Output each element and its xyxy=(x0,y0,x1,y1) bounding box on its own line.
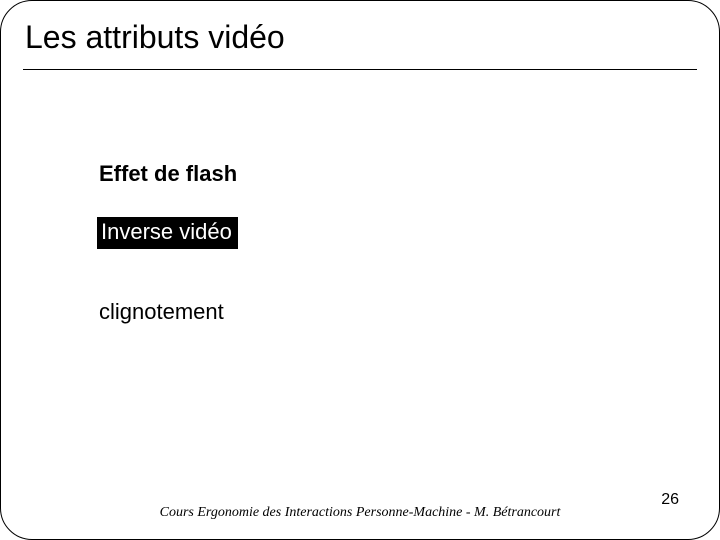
item-inverse-video: Inverse vidéo xyxy=(97,217,238,249)
title-underline xyxy=(23,69,697,70)
item-flash: Effet de flash xyxy=(99,161,237,187)
slide-title: Les attributs vidéo xyxy=(25,19,695,66)
slide-frame: Les attributs vidéo Effet de flash Inver… xyxy=(0,0,720,540)
footer-text: Cours Ergonomie des Interactions Personn… xyxy=(1,505,719,521)
page-number: 26 xyxy=(661,491,679,509)
item-blink: clignotement xyxy=(99,299,224,325)
